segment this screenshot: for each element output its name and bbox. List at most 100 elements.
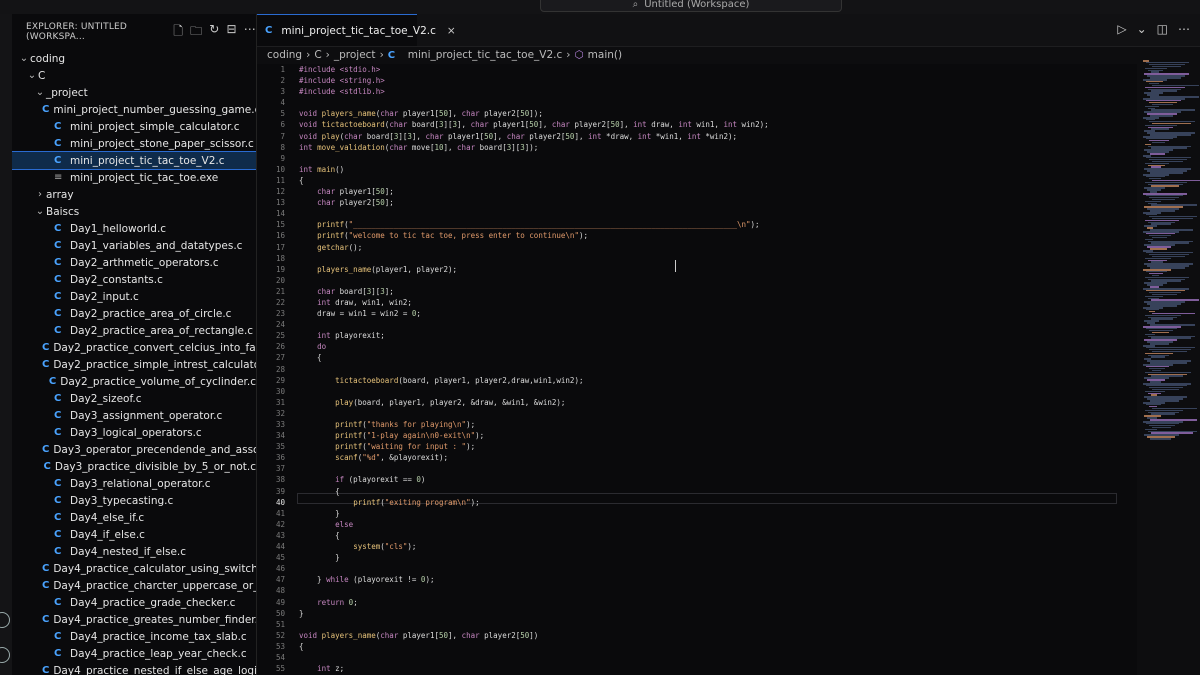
- line-number: 55: [275, 664, 285, 674]
- tree-file[interactable]: C Day1_helloworld.c: [12, 220, 256, 237]
- c-file-icon: C: [54, 529, 62, 540]
- more-icon[interactable]: ⋯: [244, 22, 256, 43]
- code-line: char player2[50];: [317, 198, 394, 208]
- tab-mini-project-tic-tac-toe-v2[interactable]: C mini_project_tic_tac_toe_V2.c ×: [257, 14, 456, 46]
- tree-file[interactable]: C Day2_practice_area_of_circle.c: [12, 305, 256, 322]
- tree-file[interactable]: C Day4_practice_nested_if_else_age_logic.…: [12, 662, 256, 675]
- tree-folder[interactable]: ⌄ Baiscs: [12, 203, 256, 220]
- tree-item-label: mini_project_tic_tac_toe_V2.c: [70, 154, 225, 167]
- tree-item-label: Day4_practice_leap_year_check.c: [70, 647, 247, 660]
- code-line: char player1[50];: [317, 187, 394, 197]
- close-icon[interactable]: ×: [447, 25, 456, 37]
- command-center[interactable]: ⌕ Untitled (Workspace): [540, 0, 842, 12]
- window-title: Untitled (Workspace): [644, 0, 750, 10]
- minimap[interactable]: [1137, 50, 1200, 450]
- account-icon[interactable]: [0, 612, 10, 628]
- line-number: 20: [275, 275, 285, 285]
- tree-file[interactable]: C Day4_practice_greates_number_finder.c: [12, 611, 256, 628]
- chevron-right-icon: ›: [566, 49, 571, 61]
- tree-file[interactable]: C Day2_practice_simple_intrest_calculator…: [12, 356, 256, 373]
- tree-item-label: Day4_practice_charcter_uppercase_or_lowe…: [53, 579, 256, 592]
- minimap-line: [1152, 236, 1167, 239]
- code-area[interactable]: #include <stdio.h> #include <string.h> #in…: [299, 64, 769, 675]
- tree-file[interactable]: C Day3_logical_operators.c: [12, 424, 256, 441]
- line-number: 6: [280, 120, 285, 130]
- code-line: printf("1-play again\n0-exit\n");: [335, 431, 485, 441]
- code-line: ​: [299, 652, 769, 663]
- tree-folder[interactable]: › array: [12, 186, 256, 203]
- tree-file[interactable]: Cmini_project_simple_calculator.c: [12, 118, 256, 135]
- code-line: void players_name(char player1[50], char…: [299, 109, 543, 119]
- tree-file[interactable]: C Day4_practice_grade_checker.c: [12, 594, 256, 611]
- tree-item-label: Day4_if_else.c: [70, 528, 145, 541]
- breadcrumb-item[interactable]: mini_project_tic_tac_toe_V2.c: [408, 49, 563, 61]
- tree-item-label: Day2_input.c: [70, 290, 139, 303]
- code-line: system("cls");: [353, 542, 417, 552]
- tree-file[interactable]: C Day4_if_else.c: [12, 526, 256, 543]
- breadcrumb-item[interactable]: C: [314, 49, 321, 61]
- chevron-down-icon[interactable]: ⌄: [1137, 22, 1147, 36]
- gear-icon[interactable]: [0, 647, 10, 663]
- tree-file[interactable]: C Day2_practice_area_of_rectangle.c: [12, 322, 256, 339]
- tree-file[interactable]: C Day3_typecasting.c: [12, 492, 256, 509]
- code-editor[interactable]: 1 2 3 4 5 6 7 8 9 10 11 12 13 14 15 16 17 18 19 20 21 22 23 24 2…: [257, 64, 1137, 675]
- tree-file[interactable]: CDay2_practice_convert_celcius_into_fare…: [12, 339, 256, 356]
- chevron-down-icon: ⌄: [35, 206, 45, 217]
- code-line: ​: [299, 463, 769, 474]
- tree-folder[interactable]: ⌄ C: [12, 67, 256, 84]
- tree-file[interactable]: C Day4_practice_leap_year_check.c: [12, 645, 256, 662]
- code-line: char board[3][3];: [317, 286, 394, 296]
- breadcrumb-item[interactable]: coding: [267, 49, 302, 61]
- new-file-icon[interactable]: 🗋: [173, 22, 183, 43]
- tree-file[interactable]: C Day3_assignment_operator.c: [12, 407, 256, 424]
- minimap-line: [1152, 141, 1165, 144]
- tree-file[interactable]: Cmini_project_stone_paper_scissor.c: [12, 135, 256, 152]
- minimap-line: [1150, 438, 1171, 440]
- tree-file[interactable]: Cmini_project_tic_tac_toe_V2.c: [12, 151, 256, 170]
- tree-file[interactable]: C Day3_practice_divisible_by_5_or_not.c: [12, 458, 256, 475]
- tree-file[interactable]: C Day2_constants.c: [12, 271, 256, 288]
- tree-file[interactable]: C Day2_practice_volume_of_cyclinder.c: [12, 373, 256, 390]
- tree-folder[interactable]: ⌄ coding: [12, 50, 256, 67]
- new-folder-icon[interactable]: 🗀: [190, 22, 202, 43]
- c-file-icon: C: [42, 665, 50, 675]
- split-editor-icon[interactable]: ◫: [1157, 22, 1168, 36]
- breadcrumb-item[interactable]: _project: [334, 49, 376, 61]
- tree-file[interactable]: C Day4_nested_if_else.c: [12, 543, 256, 560]
- tree-file[interactable]: C Day2_input.c: [12, 288, 256, 305]
- code-line: int main(): [299, 164, 345, 174]
- tree-folder[interactable]: ⌄ _project: [12, 84, 256, 101]
- tree-file[interactable]: C Day3_relational_operator.c: [12, 475, 256, 492]
- refresh-icon[interactable]: ↻: [209, 22, 219, 43]
- c-file-icon: C: [54, 138, 62, 149]
- code-line: printf("exiting program\n");: [353, 497, 480, 507]
- tree-item-label: Day3_assignment_operator.c: [70, 409, 223, 422]
- tree-item-label: Day4_practice_greates_number_finder.c: [53, 613, 257, 626]
- tree-file[interactable]: CDay3_operator_precendende_and_associati…: [12, 441, 256, 458]
- tree-file[interactable]: CDay4_practice_charcter_uppercase_or_low…: [12, 577, 256, 594]
- code-line: getchar();: [317, 242, 363, 252]
- tree-file[interactable]: ≡ mini_project_tic_tac_toe.exe: [12, 169, 256, 186]
- tree-item-label: Day1_variables_and_datatypes.c: [70, 239, 243, 252]
- breadcrumb-item[interactable]: main(): [588, 49, 622, 61]
- tree-file[interactable]: C Day2_arthmetic_operators.c: [12, 254, 256, 271]
- more-icon[interactable]: ⋯: [1178, 22, 1190, 36]
- code-line: {: [299, 486, 340, 496]
- tree-file[interactable]: C Day4_practice_calculator_using_switch.c: [12, 560, 256, 577]
- code-line: #include <stdio.h>: [299, 65, 381, 74]
- text-cursor-icon: [675, 260, 682, 272]
- line-number: 27: [275, 353, 285, 363]
- tree-file[interactable]: C Day2_sizeof.c: [12, 390, 256, 407]
- tree-item-label: Day4_practice_income_tax_slab.c: [70, 630, 247, 643]
- tree-file[interactable]: C Day4_else_if.c: [12, 509, 256, 526]
- run-icon[interactable]: ▷: [1117, 22, 1126, 36]
- tree-file[interactable]: Cmini_project_number_guessing_game.c: [12, 101, 256, 118]
- tree-file[interactable]: C Day4_practice_income_tax_slab.c: [12, 628, 256, 645]
- code-line: {: [299, 530, 340, 540]
- collapse-all-icon[interactable]: ⊟: [227, 22, 237, 43]
- explorer-header: EXPLORER: UNTITLED (WORKSPA... 🗋 🗀 ↻ ⊟ ⋯: [12, 14, 256, 50]
- code-line: draw = win1 = win2 = 0;: [299, 309, 421, 319]
- code-line: {: [299, 175, 304, 185]
- line-number: 49: [275, 597, 285, 607]
- tree-file[interactable]: C Day1_variables_and_datatypes.c: [12, 237, 256, 254]
